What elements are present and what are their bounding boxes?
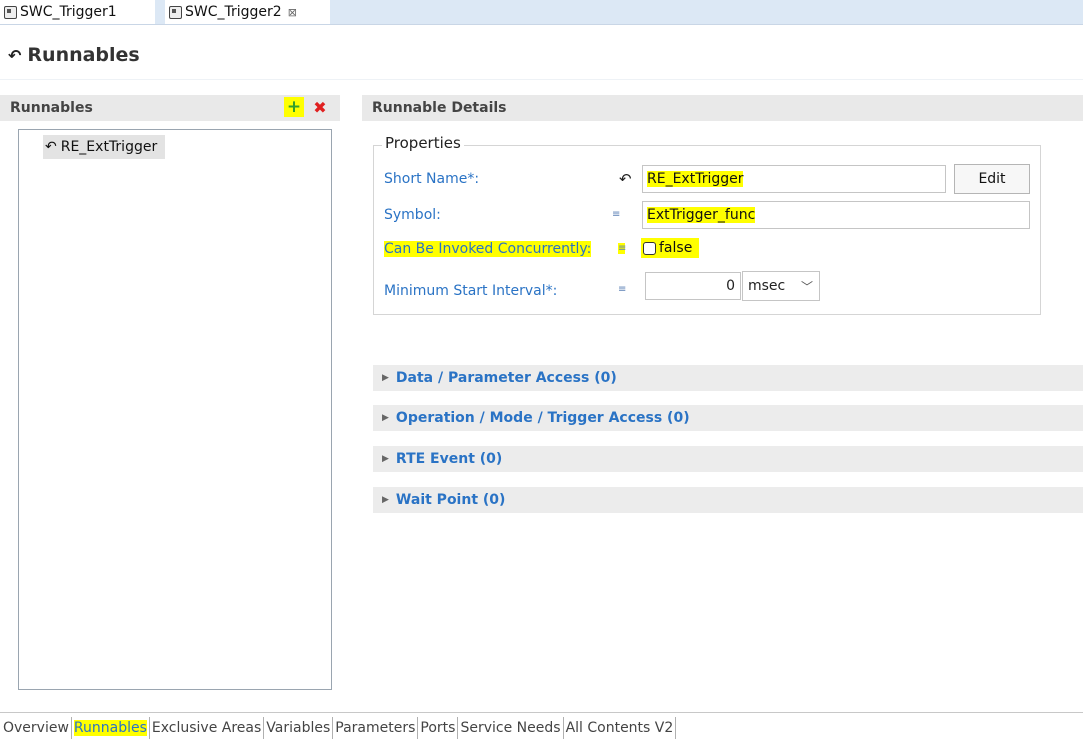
- tab-service-needs[interactable]: Service Needs: [458, 717, 564, 739]
- tab-all-contents-v2[interactable]: All Contents V2: [564, 717, 677, 739]
- chevron-right-icon: ▶: [382, 495, 389, 505]
- runnables-section-header: Runnables + ✖: [0, 95, 340, 121]
- runnable-details-header: Runnable Details: [362, 95, 1083, 121]
- editor-tab-bar: SWC_Trigger1 SWC_Trigger2 ⊠: [0, 0, 1083, 25]
- tab-swc-trigger2[interactable]: SWC_Trigger2 ⊠: [165, 0, 330, 24]
- short-name-label: Short Name*:: [384, 171, 480, 187]
- list-item-label: RE_ExtTrigger: [60, 139, 158, 155]
- delete-icon: ✖: [313, 97, 327, 117]
- section-wait-point[interactable]: ▶ Wait Point (0): [373, 487, 1083, 513]
- section-title: Operation / Mode / Trigger Access (0): [395, 410, 690, 426]
- edit-button[interactable]: Edit: [954, 164, 1030, 194]
- section-title: Wait Point (0): [395, 492, 506, 508]
- page-tabs: Overview Runnables Exclusive Areas Varia…: [0, 717, 677, 739]
- close-icon[interactable]: ⊠: [288, 6, 297, 19]
- tab-overview[interactable]: Overview: [0, 717, 72, 739]
- concurrent-label: Can Be Invoked Concurrently:: [384, 241, 592, 257]
- interval-unit-value: msec: [748, 278, 786, 294]
- tab-label: Runnables: [73, 720, 147, 736]
- runnable-icon: ↶: [8, 45, 22, 65]
- interval-unit-select[interactable]: msec ﹀: [742, 271, 820, 301]
- tab-label: SWC_Trigger2: [185, 4, 282, 20]
- tab-parameters[interactable]: Parameters: [333, 717, 419, 739]
- tab-swc-trigger1[interactable]: SWC_Trigger1: [0, 0, 155, 24]
- property-info-icon: ≡: [612, 209, 620, 220]
- section-title: RTE Event (0): [395, 451, 503, 467]
- short-name-field[interactable]: RE_ExtTrigger: [642, 165, 946, 193]
- tab-label: Overview: [3, 720, 69, 736]
- section-operation-mode-trigger-access[interactable]: ▶ Operation / Mode / Trigger Access (0): [373, 405, 1083, 431]
- add-icon: +: [286, 96, 302, 117]
- symbol-value: ExtTrigger_func: [647, 207, 756, 223]
- delete-runnable-button[interactable]: ✖: [310, 97, 330, 117]
- runnables-section-title: Runnables: [10, 100, 93, 116]
- tab-runnables[interactable]: Runnables: [72, 717, 150, 739]
- checkbox-icon: [643, 241, 656, 255]
- chevron-right-icon: ▶: [382, 413, 389, 423]
- chevron-down-icon: ﹀: [800, 280, 813, 294]
- tab-exclusive-areas[interactable]: Exclusive Areas: [150, 717, 265, 739]
- bottom-divider: [0, 712, 1083, 713]
- runnable-icon: ↶: [45, 139, 57, 155]
- tab-ports[interactable]: Ports: [418, 717, 459, 739]
- runnable-details-title: Runnable Details: [372, 100, 507, 116]
- property-info-icon: ≡: [618, 284, 626, 295]
- concurrent-checkbox[interactable]: false: [641, 238, 699, 258]
- tab-label: SWC_Trigger1: [20, 4, 117, 20]
- tab-label: Exclusive Areas: [151, 720, 262, 736]
- page-title-text: Runnables: [27, 44, 140, 66]
- tab-label: Variables: [266, 720, 331, 736]
- tab-label: All Contents V2: [565, 720, 674, 736]
- component-icon: [169, 5, 182, 19]
- short-name-value: RE_ExtTrigger: [647, 171, 744, 187]
- add-runnable-button[interactable]: +: [284, 97, 304, 117]
- header-divider: [0, 79, 1083, 80]
- section-title: Data / Parameter Access (0): [395, 370, 617, 386]
- concurrent-value: false: [659, 240, 693, 256]
- tab-label: Ports: [420, 720, 456, 736]
- symbol-label: Symbol:: [384, 207, 441, 223]
- interval-input[interactable]: 0: [645, 272, 741, 300]
- chevron-right-icon: ▶: [382, 454, 389, 464]
- section-data-parameter-access[interactable]: ▶ Data / Parameter Access (0): [373, 365, 1083, 391]
- tab-label: Parameters: [335, 720, 416, 736]
- interval-label: Minimum Start Interval*:: [384, 283, 558, 299]
- section-rte-event[interactable]: ▶ RTE Event (0): [373, 446, 1083, 472]
- interval-value: 0: [726, 278, 735, 294]
- page-title: ↶ Runnables: [8, 44, 140, 66]
- symbol-field[interactable]: ExtTrigger_func: [642, 201, 1030, 229]
- property-info-icon: ≡: [618, 243, 626, 254]
- runnable-icon: ↶: [619, 170, 632, 188]
- tab-label: Service Needs: [460, 720, 561, 736]
- list-item[interactable]: ↶ RE_ExtTrigger: [43, 135, 166, 159]
- chevron-right-icon: ▶: [382, 373, 389, 383]
- tab-variables[interactable]: Variables: [264, 717, 334, 739]
- runnables-list[interactable]: ↶ RE_ExtTrigger: [18, 129, 332, 690]
- component-icon: [4, 5, 17, 19]
- properties-legend: Properties: [382, 134, 464, 152]
